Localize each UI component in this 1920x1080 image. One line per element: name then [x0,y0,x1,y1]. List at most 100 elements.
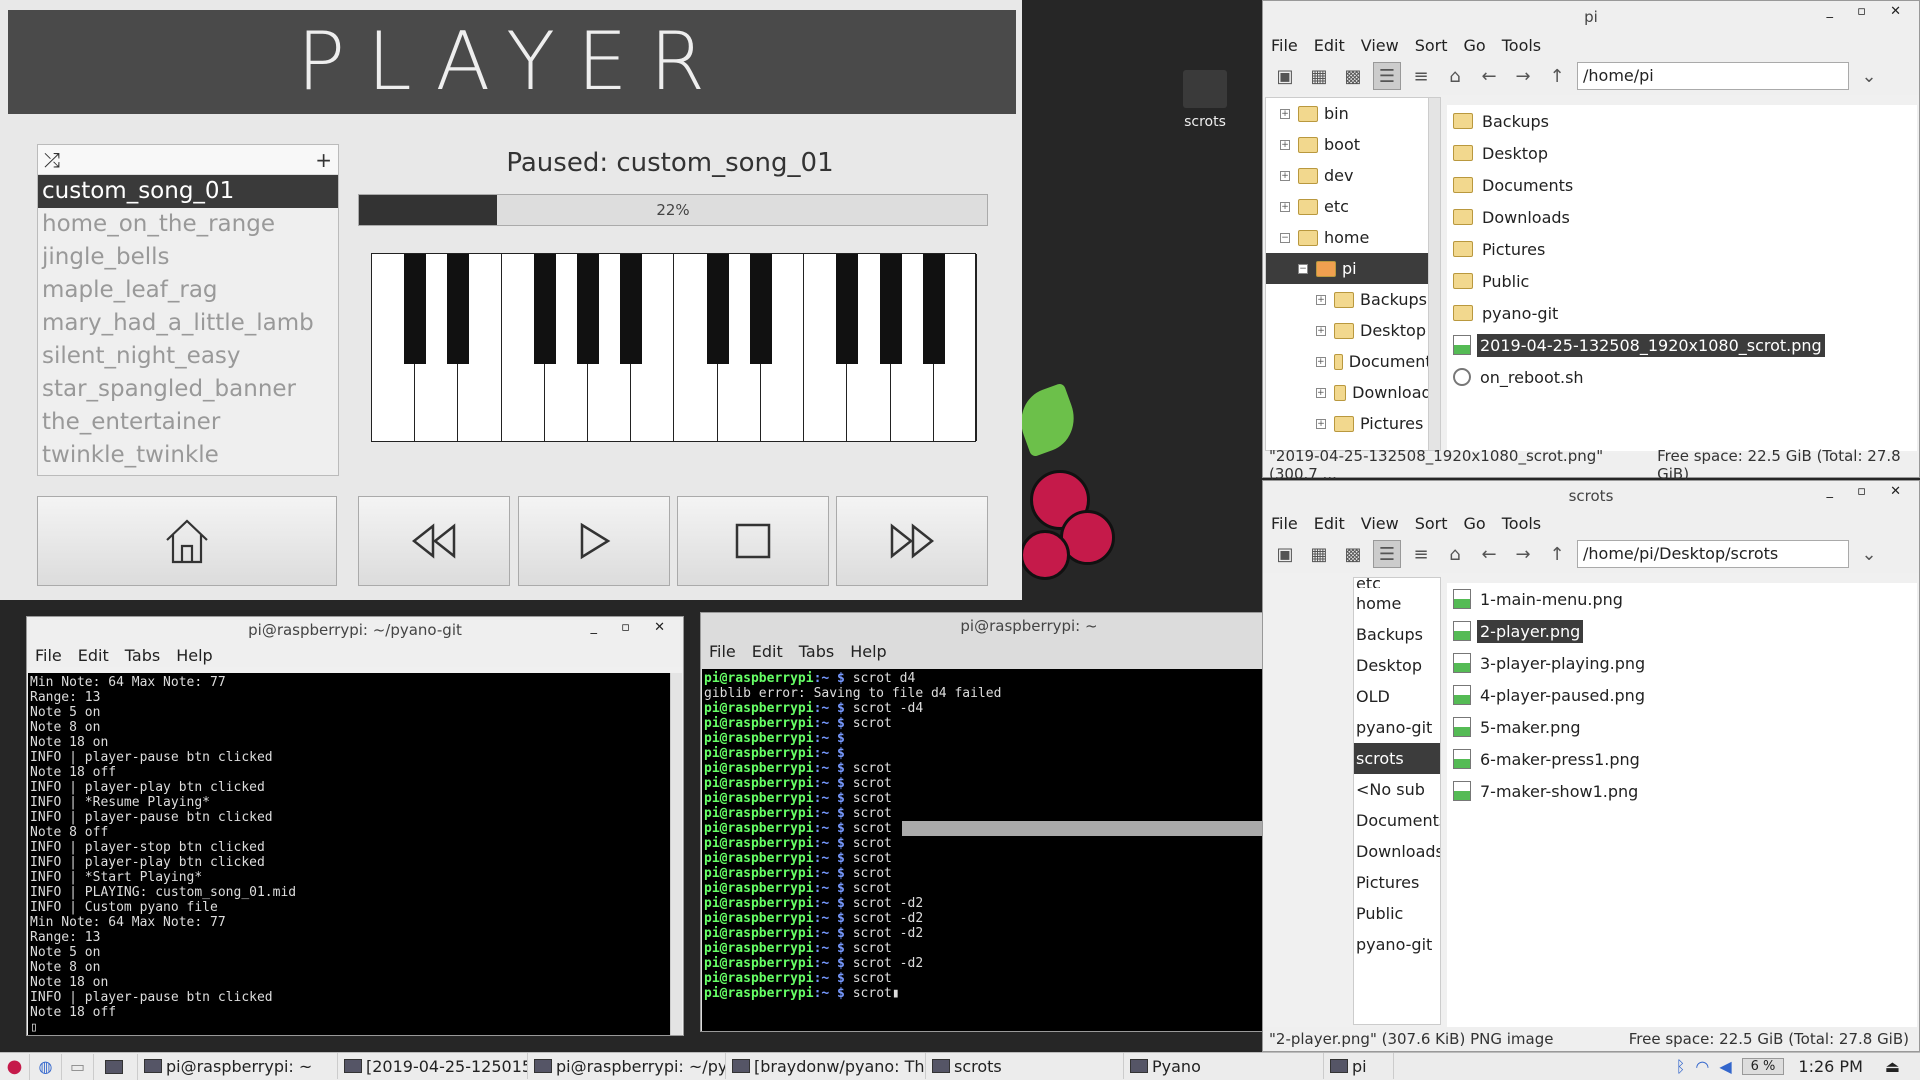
file-item[interactable]: 1-main-menu.png [1447,583,1917,615]
new-window-icon[interactable]: ▣ [1271,540,1299,568]
file-item[interactable]: Desktop [1447,137,1917,169]
browser-launcher[interactable]: ◍ [30,1053,62,1080]
tree-item-pictures[interactable]: + Pictures [1266,408,1440,439]
tree-item[interactable]: scrots [1354,743,1440,774]
expander-icon[interactable]: − [1280,232,1290,243]
menu-item-view[interactable]: View [1361,514,1399,533]
expander-icon[interactable]: + [1280,139,1290,150]
tree-item[interactable]: Desktop [1354,650,1440,681]
menu-item-edit[interactable]: Edit [1314,36,1345,55]
taskbar-item[interactable]: [2019-04-25-125015_1... [338,1053,528,1079]
fast-forward-button[interactable] [836,496,988,586]
song-item[interactable]: twinkle_twinkle [38,439,338,472]
volume-icon[interactable]: ◀ [1719,1057,1731,1076]
menu-item-help[interactable]: Help [176,646,212,665]
taskbar-item[interactable]: Pyano [1124,1053,1324,1079]
piano-black-key[interactable] [620,254,643,364]
expander-icon[interactable]: + [1280,108,1290,119]
folder-tree[interactable]: + bin + boot + dev + etc − home − pi + Backups + Deskto… [1265,97,1441,451]
menu-item-go[interactable]: Go [1464,36,1486,55]
tree-item[interactable]: Public [1354,898,1440,929]
song-item[interactable]: the_entertainer [38,406,338,439]
file-item[interactable]: Public [1447,265,1917,297]
tree-item-home[interactable]: − home [1266,222,1440,253]
tree-item[interactable]: Documents [1354,805,1440,836]
song-item[interactable]: maple_leaf_rag [38,274,338,307]
expander-icon[interactable]: + [1316,387,1326,398]
expander-icon[interactable]: + [1280,201,1290,212]
menu-item-sort[interactable]: Sort [1415,36,1448,55]
expander-icon[interactable]: + [1316,418,1326,429]
tree-item[interactable]: Pictures [1354,867,1440,898]
tree-item[interactable]: pyano-git [1354,929,1440,960]
thumbnail-view-icon[interactable]: ▩ [1339,62,1367,90]
back-icon[interactable]: ← [1475,62,1503,90]
expander-icon[interactable]: − [1298,263,1308,274]
file-item[interactable]: on_reboot.sh [1447,361,1917,393]
file-list[interactable]: 1-main-menu.png 2-player.png 3-player-play… [1447,583,1917,1027]
file-item[interactable]: pyano-git [1447,297,1917,329]
file-item[interactable]: Documents [1447,169,1917,201]
tree-item[interactable]: home [1354,588,1440,619]
expander-icon[interactable]: + [1316,356,1326,367]
tree-item-boot[interactable]: + boot [1266,129,1440,160]
tree-item-downloads[interactable]: + Downloads [1266,377,1440,408]
file-item[interactable]: Downloads [1447,201,1917,233]
bluetooth-icon[interactable]: ᛒ [1676,1057,1686,1076]
menu-item-tools[interactable]: Tools [1502,514,1541,533]
piano-black-key[interactable] [447,254,470,364]
tree-item-bin[interactable]: + bin [1266,98,1440,129]
file-item[interactable]: 5-maker.png [1447,711,1917,743]
list-view-icon[interactable]: ≡ [1407,62,1435,90]
file-item[interactable]: 3-player-playing.png [1447,647,1917,679]
compact-view-icon[interactable]: ☰ [1373,540,1401,568]
icon-view-icon[interactable]: ▦ [1305,540,1333,568]
piano-black-key[interactable] [879,254,902,364]
home-button[interactable] [37,496,337,586]
shuffle-icon[interactable]: ⤮ [44,148,60,172]
file-manager-launcher[interactable]: ▭ [62,1053,94,1080]
up-icon[interactable]: ↑ [1543,540,1571,568]
piano-black-key[interactable] [577,254,600,364]
expander-icon[interactable]: + [1280,170,1290,181]
menu-item-help[interactable]: Help [850,642,886,661]
file-item[interactable]: 2019-04-25-132508_1920x1080_scrot.png [1447,329,1917,361]
chevron-down-icon[interactable]: ⌄ [1855,62,1883,90]
menu-item-go[interactable]: Go [1464,514,1486,533]
file-list[interactable]: Backups Desktop Documents Downloads Pictures… [1447,105,1917,451]
file-item[interactable]: 4-player-paused.png [1447,679,1917,711]
expander-icon[interactable]: + [1316,294,1326,305]
tree-item-dev[interactable]: + dev [1266,160,1440,191]
menu-item-edit[interactable]: Edit [1314,514,1345,533]
icon-view-icon[interactable]: ▦ [1305,62,1333,90]
song-item[interactable]: custom_song_01 [38,175,338,208]
terminal-output[interactable]: Min Note: 64 Max Note: 77 Range: 13 Note 5… [28,673,682,1035]
menu-item-tools[interactable]: Tools [1502,36,1541,55]
file-item[interactable]: Pictures [1447,233,1917,265]
file-item[interactable]: 6-maker-press1.png [1447,743,1917,775]
taskbar-item[interactable]: pi@raspberrypi: ~/pya... [528,1053,726,1079]
wifi-icon[interactable]: ◠ [1695,1057,1709,1076]
home-icon[interactable]: ⌂ [1441,540,1469,568]
chevron-down-icon[interactable]: ⌄ [1855,540,1883,568]
terminal-output[interactable]: pi@raspberrypi:~ $ scrot d4 giblib error:… [702,669,1356,1031]
tree-item[interactable]: OLD [1354,681,1440,712]
up-icon[interactable]: ↑ [1543,62,1571,90]
tree-item-documents[interactable]: + Documents [1266,346,1440,377]
song-item[interactable]: home_on_the_range [38,208,338,241]
tree-item[interactable]: Backups [1354,619,1440,650]
tree-item[interactable]: Downloads [1354,836,1440,867]
menu-item-tabs[interactable]: Tabs [799,642,834,661]
file-item[interactable]: Backups [1447,105,1917,137]
menu-item-tabs[interactable]: Tabs [125,646,160,665]
clock[interactable]: 1:26 PM [1798,1057,1862,1076]
tree-item-desktop[interactable]: + Desktop [1266,315,1440,346]
rewind-button[interactable] [358,496,510,586]
desktop-icon-scrots[interactable]: scrots [1170,70,1240,130]
tree-scrollbar[interactable] [1428,98,1440,450]
menu-item-edit[interactable]: Edit [78,646,109,665]
song-item[interactable]: star_spangled_banner [38,373,338,406]
song-item[interactable]: jingle_bells [38,241,338,274]
tree-item-backups[interactable]: + Backups [1266,284,1440,315]
stop-button[interactable] [677,496,829,586]
